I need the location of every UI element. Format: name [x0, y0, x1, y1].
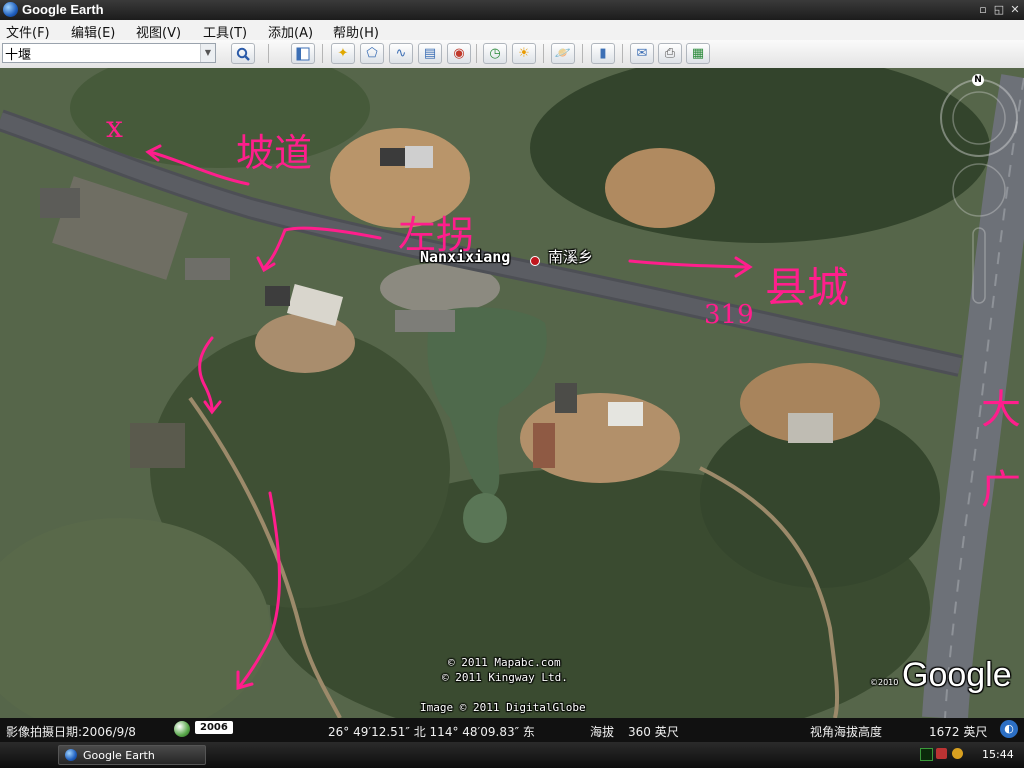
historical-imagery-button[interactable]: ◷ [483, 43, 507, 64]
title-bar: Google Earth ▫ ◱ ✕ [0, 0, 1024, 20]
switch-to-sky-icon: 🪐 [554, 46, 572, 61]
add-path-button[interactable]: ∿ [389, 43, 413, 64]
annotation-county-town: 县城 [765, 263, 850, 312]
menu-help[interactable]: 帮助(H) [333, 22, 379, 41]
imagery-date: 影像拍摄日期:2006/9/8 [6, 725, 136, 739]
status-bar: 影像拍摄日期:2006/9/8 2006 26° 49′12.51″ 北 114… [0, 718, 1024, 742]
record-tour-icon: ◉ [453, 46, 465, 61]
annotation-ramp: 坡道 [236, 131, 313, 175]
add-polygon-icon: ⬠ [366, 46, 378, 61]
tray-antivirus-icon[interactable] [936, 748, 947, 759]
menu-add[interactable]: 添加(A) [268, 22, 313, 41]
chevron-down-icon[interactable]: ▼ [200, 44, 215, 62]
taskbar: Google Earth 15:44 [0, 742, 1024, 768]
add-polygon-button[interactable]: ⬠ [360, 43, 384, 64]
menu-edit[interactable]: 编辑(E) [71, 22, 115, 41]
place-marker-icon[interactable] [530, 256, 540, 266]
print-button[interactable]: ⎙ [658, 43, 682, 64]
search-button[interactable] [231, 43, 255, 64]
north-indicator[interactable]: N [972, 74, 984, 86]
annotation-route-319: 319 [704, 300, 754, 330]
email-icon: ✉ [636, 46, 648, 61]
place-label-zh[interactable]: 南溪乡 [548, 246, 593, 267]
elevation-label: 海拔 [590, 725, 615, 739]
search-input[interactable] [5, 45, 197, 61]
window-title: Google Earth [22, 2, 104, 17]
taskbar-item-google-earth[interactable]: Google Earth [58, 745, 206, 765]
place-label-en[interactable]: Nanxixiang [420, 248, 510, 266]
sunlight-button[interactable]: ☀ [512, 43, 536, 64]
switch-to-sky-button[interactable]: 🪐 [551, 43, 575, 64]
add-placemark-button[interactable]: ✦ [331, 43, 355, 64]
view-in-maps-button[interactable]: ▦ [686, 43, 710, 64]
record-tour-button[interactable]: ◉ [447, 43, 471, 64]
close-icon[interactable]: ✕ [1008, 3, 1022, 17]
view-in-maps-icon: ▦ [691, 46, 705, 61]
copyright-line-1: © 2011 Mapabc.com [448, 656, 561, 669]
map-view[interactable]: x 坡道 左拐 县城 319 大广 Nanxixiang 南溪乡 N © 201… [0, 68, 1024, 718]
google-earth-logo-icon [3, 2, 18, 17]
historical-imagery-icon: ◷ [489, 46, 501, 61]
sidebar-toggle-icon [296, 47, 310, 60]
logo-year: ©2010 [870, 678, 899, 687]
add-image-overlay-icon: ▤ [423, 46, 437, 61]
satellite-imagery [0, 68, 1024, 718]
menu-bar: 文件(F) 编辑(E) 视图(V) 工具(T) 添加(A) 帮助(H) [0, 20, 1024, 41]
copyright-line-2: © 2011 Kingway Ltd. [442, 671, 568, 684]
menu-file[interactable]: 文件(F) [6, 22, 50, 41]
eye-altitude-value: 1672 英尺 [929, 725, 988, 739]
copyright-line-3: Image © 2011 DigitalGlobe [420, 701, 586, 714]
taskbar-clock: 15:44 [982, 748, 1014, 761]
minimize-icon[interactable]: ▫ [976, 3, 990, 17]
sidebar-toggle-button[interactable] [291, 43, 315, 64]
toolbar: ▼ ✦ ⬠ ∿ ▤ ◉ ◷ ☀ 🪐 ▮ ✉ ⎙ ▦ [0, 40, 1024, 69]
google-logo: Google [902, 656, 1012, 694]
taskbar-item-label: Google Earth [83, 749, 155, 762]
tray-network-icon[interactable] [920, 748, 933, 761]
pointer-coordinates: 26° 49′12.51″ 北 114° 48′09.83″ 东 [328, 725, 535, 739]
tray-volume-icon[interactable] [952, 748, 963, 759]
maximize-icon[interactable]: ◱ [992, 3, 1006, 17]
ruler-button[interactable]: ▮ [591, 43, 615, 64]
add-path-icon: ∿ [395, 46, 407, 61]
menu-tools[interactable]: 工具(T) [203, 22, 247, 41]
add-image-overlay-button[interactable]: ▤ [418, 43, 442, 64]
historical-imagery-icon[interactable] [174, 721, 190, 737]
elevation-value: 360 英尺 [628, 725, 679, 739]
sunlight-icon: ☀ [518, 46, 530, 61]
eye-altitude-label: 视角海拔高度 [810, 725, 883, 739]
search-box[interactable]: ▼ [2, 43, 216, 63]
google-earth-taskbar-icon [65, 749, 77, 761]
year-badge[interactable]: 2006 [195, 721, 233, 734]
add-placemark-icon: ✦ [337, 46, 349, 61]
email-button[interactable]: ✉ [630, 43, 654, 64]
annotation-x: x [106, 110, 123, 145]
streaming-icon: ◐ [1000, 720, 1018, 738]
print-icon: ⎙ [664, 46, 676, 61]
search-icon [236, 47, 250, 61]
annotation-daguang: 大广 [974, 388, 1020, 548]
ruler-icon: ▮ [599, 46, 607, 61]
menu-view[interactable]: 视图(V) [136, 22, 181, 41]
